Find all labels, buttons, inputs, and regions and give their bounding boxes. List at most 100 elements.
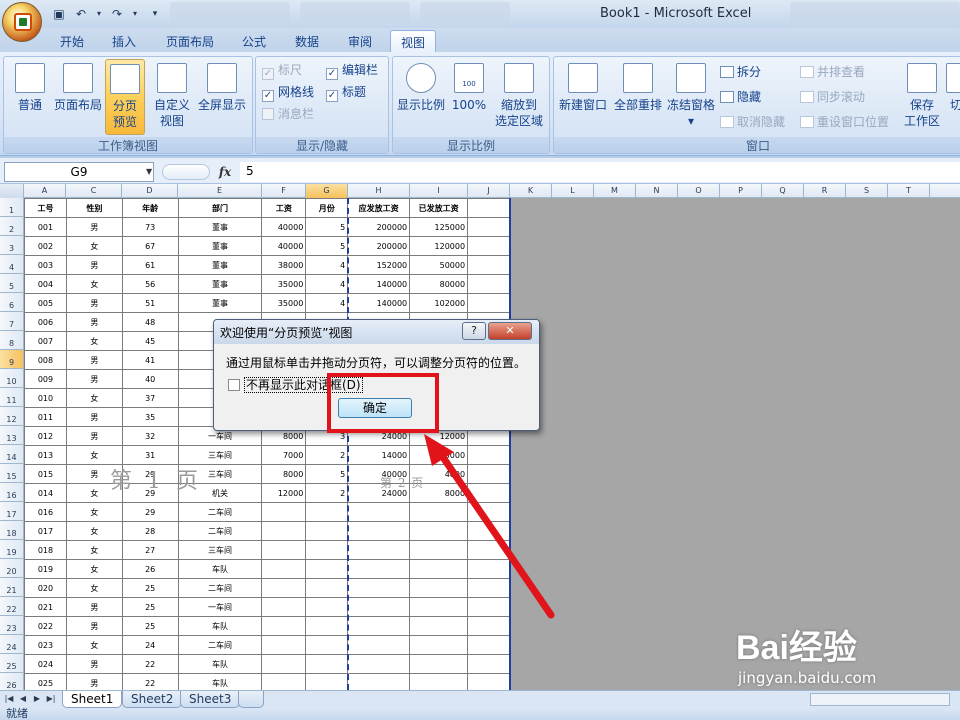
- table-cell[interactable]: 005: [24, 293, 67, 313]
- table-cell[interactable]: [261, 502, 307, 522]
- row-header-13[interactable]: 13: [0, 426, 24, 445]
- table-cell[interactable]: 004: [24, 274, 67, 294]
- name-box[interactable]: G9: [4, 162, 154, 182]
- table-cell[interactable]: 25: [121, 578, 179, 598]
- row-header-18[interactable]: 18: [0, 521, 24, 540]
- horizontal-scrollbar[interactable]: [810, 693, 950, 706]
- sync-scroll-button[interactable]: 同步滚动: [800, 88, 865, 105]
- row-header-1[interactable]: 1: [0, 198, 24, 217]
- table-cell[interactable]: 022: [24, 616, 67, 636]
- row-header-8[interactable]: 8: [0, 331, 24, 350]
- column-header-g[interactable]: G: [306, 184, 348, 198]
- table-cell[interactable]: 016: [24, 502, 67, 522]
- table-cell[interactable]: [305, 597, 349, 617]
- row-header-22[interactable]: 22: [0, 597, 24, 616]
- table-cell[interactable]: 80000: [409, 274, 469, 294]
- column-header-o[interactable]: O: [678, 184, 720, 198]
- table-cell[interactable]: 已发放工资: [409, 198, 469, 218]
- row-header-11[interactable]: 11: [0, 388, 24, 407]
- table-cell[interactable]: 28: [121, 521, 179, 541]
- table-cell[interactable]: 董事: [177, 274, 263, 294]
- table-cell[interactable]: 男: [65, 597, 123, 617]
- column-header-d[interactable]: D: [122, 184, 178, 198]
- table-cell[interactable]: 5: [305, 217, 349, 237]
- table-cell[interactable]: [467, 255, 510, 275]
- page-break-preview-button[interactable]: 分页 预览: [105, 59, 145, 135]
- table-cell[interactable]: 女: [65, 388, 123, 408]
- table-cell[interactable]: 29: [121, 502, 179, 522]
- table-cell[interactable]: [305, 616, 349, 636]
- table-cell[interactable]: [467, 274, 510, 294]
- ruler-checkbox[interactable]: ✓ 标尺: [262, 61, 302, 80]
- table-cell[interactable]: 12000: [261, 483, 307, 503]
- tab-formulas[interactable]: 公式: [232, 30, 276, 52]
- row-header-17[interactable]: 17: [0, 502, 24, 521]
- table-cell[interactable]: 男: [65, 350, 123, 370]
- table-cell[interactable]: 40000: [261, 217, 307, 237]
- column-header-m[interactable]: M: [594, 184, 636, 198]
- table-cell[interactable]: 025: [24, 673, 67, 690]
- table-cell[interactable]: 003: [24, 255, 67, 275]
- table-cell[interactable]: 女: [65, 578, 123, 598]
- custom-views-button[interactable]: 自定义 视图: [150, 59, 194, 135]
- table-cell[interactable]: 男: [65, 407, 123, 427]
- table-cell[interactable]: [305, 559, 349, 579]
- last-sheet-icon[interactable]: ▶|: [46, 693, 56, 705]
- redo-dropdown-icon[interactable]: ▾: [126, 5, 144, 22]
- table-cell[interactable]: 车队: [177, 673, 263, 690]
- table-cell[interactable]: 男: [65, 616, 123, 636]
- table-cell[interactable]: 5000: [409, 445, 469, 465]
- row-header-6[interactable]: 6: [0, 293, 24, 312]
- tab-review[interactable]: 审阅: [338, 30, 382, 52]
- table-cell[interactable]: 26: [121, 559, 179, 579]
- table-cell[interactable]: 019: [24, 559, 67, 579]
- table-cell[interactable]: [261, 654, 307, 674]
- table-cell[interactable]: 51: [121, 293, 179, 313]
- table-cell[interactable]: 董事: [177, 293, 263, 313]
- table-cell[interactable]: [409, 502, 469, 522]
- table-cell[interactable]: 二车间: [177, 635, 263, 655]
- row-header-12[interactable]: 12: [0, 407, 24, 426]
- row-header-9[interactable]: 9: [0, 350, 24, 369]
- table-cell[interactable]: [305, 502, 349, 522]
- row-header-4[interactable]: 4: [0, 255, 24, 274]
- table-cell[interactable]: 50000: [409, 255, 469, 275]
- column-header-c[interactable]: C: [66, 184, 122, 198]
- table-cell[interactable]: 男: [65, 217, 123, 237]
- table-cell[interactable]: 部门: [177, 198, 263, 218]
- table-cell[interactable]: 25: [121, 597, 179, 617]
- column-header-j[interactable]: J: [468, 184, 510, 198]
- row-header-20[interactable]: 20: [0, 559, 24, 578]
- split-button[interactable]: 拆分: [720, 63, 761, 80]
- table-cell[interactable]: 4: [305, 293, 349, 313]
- column-header-q[interactable]: Q: [762, 184, 804, 198]
- row-header-15[interactable]: 15: [0, 464, 24, 483]
- table-cell[interactable]: 32: [121, 426, 179, 446]
- table-cell[interactable]: 董事: [177, 217, 263, 237]
- row-header-25[interactable]: 25: [0, 654, 24, 673]
- table-cell[interactable]: 40000: [261, 236, 307, 256]
- first-sheet-icon[interactable]: |◀: [4, 693, 14, 705]
- insert-function-button[interactable]: fx: [214, 162, 236, 182]
- table-cell[interactable]: 018: [24, 540, 67, 560]
- gridlines-checkbox[interactable]: ✓ 网格线: [262, 83, 314, 102]
- column-header-r[interactable]: R: [804, 184, 846, 198]
- tab-data[interactable]: 数据: [285, 30, 329, 52]
- table-cell[interactable]: 二车间: [177, 521, 263, 541]
- table-cell[interactable]: 22: [121, 654, 179, 674]
- table-cell[interactable]: [467, 217, 510, 237]
- message-bar-checkbox[interactable]: 消息栏: [262, 105, 314, 122]
- table-cell[interactable]: 006: [24, 312, 67, 332]
- table-cell[interactable]: [467, 521, 510, 541]
- table-cell[interactable]: 男: [65, 369, 123, 389]
- zoom-button[interactable]: 显示比例: [395, 59, 447, 135]
- table-cell[interactable]: [261, 616, 307, 636]
- table-cell[interactable]: [347, 654, 411, 674]
- table-cell[interactable]: [467, 445, 510, 465]
- insert-sheet-icon[interactable]: [238, 691, 264, 708]
- tab-view[interactable]: 视图: [390, 30, 437, 52]
- table-cell[interactable]: 001: [24, 217, 67, 237]
- table-cell[interactable]: [261, 673, 307, 690]
- table-cell[interactable]: [409, 521, 469, 541]
- table-cell[interactable]: 140000: [347, 293, 411, 313]
